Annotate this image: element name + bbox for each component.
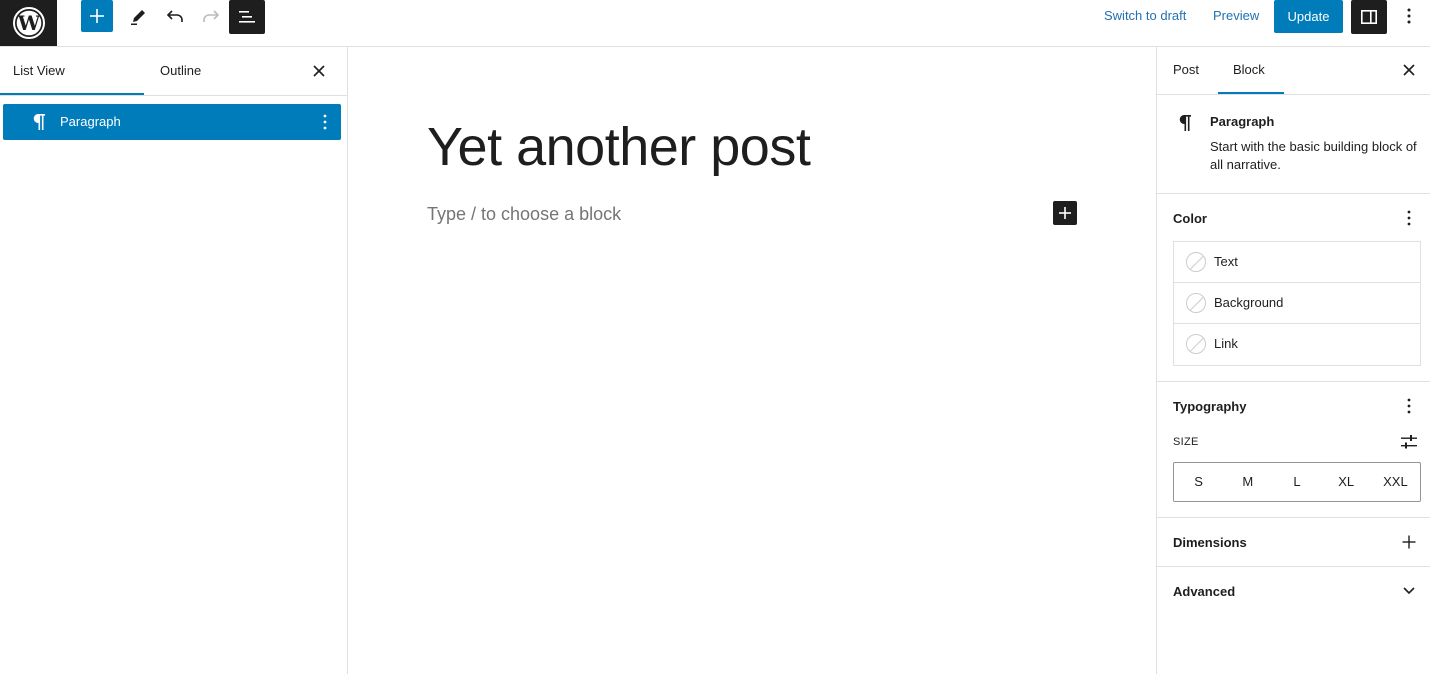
editor-canvas: Yet another post Type / to choose a bloc… xyxy=(349,47,1156,674)
list-view-panel: List View Outline Paragraph xyxy=(0,47,348,674)
typography-panel-title: Typography xyxy=(1173,399,1247,414)
undo-icon xyxy=(166,10,183,22)
paragraph-icon xyxy=(29,111,49,133)
color-item-label: Background xyxy=(1214,295,1284,310)
more-vertical-icon xyxy=(323,114,327,130)
tab-post[interactable]: Post xyxy=(1173,47,1199,93)
block-card-description: Start with the basic building block of a… xyxy=(1210,139,1417,172)
color-panel: Color Text Background Link xyxy=(1157,194,1430,382)
plus-icon xyxy=(90,9,104,23)
color-panel-title: Color xyxy=(1173,211,1207,226)
wordpress-logo-button[interactable]: W xyxy=(0,0,57,46)
color-options-button[interactable] xyxy=(1399,208,1419,228)
typography-panel: Typography SIZE S M L XL XXL xyxy=(1157,382,1430,518)
tab-outline[interactable]: Outline xyxy=(160,47,201,95)
settings-sliders-icon xyxy=(1401,435,1417,449)
close-sidebar-button[interactable] xyxy=(1399,60,1419,80)
block-options-button[interactable] xyxy=(315,112,335,132)
font-size-option-xl[interactable]: XL xyxy=(1322,463,1371,501)
tab-block[interactable]: Block xyxy=(1233,47,1265,93)
advanced-panel-title: Advanced xyxy=(1173,584,1236,599)
editor-header: W Switch to draft Preview Update xyxy=(0,0,1430,47)
pencil-icon xyxy=(131,10,145,25)
color-item-link[interactable]: Link xyxy=(1174,324,1420,365)
sidebar-toggle-icon xyxy=(1360,9,1377,24)
paragraph-icon xyxy=(1174,112,1196,134)
font-size-option-s[interactable]: S xyxy=(1174,463,1223,501)
preview-button[interactable]: Preview xyxy=(1213,0,1259,32)
redo-button[interactable] xyxy=(195,0,227,32)
color-item-label: Text xyxy=(1214,254,1238,269)
dimensions-panel[interactable]: Dimensions xyxy=(1157,518,1430,567)
list-view-tabs: List View Outline xyxy=(0,47,347,96)
font-size-option-xxl[interactable]: XXL xyxy=(1371,463,1420,501)
more-vertical-icon xyxy=(1407,210,1411,226)
chevron-down-icon xyxy=(1399,581,1419,601)
block-card-title: Paragraph xyxy=(1210,114,1275,129)
close-icon xyxy=(1403,64,1415,76)
font-size-option-l[interactable]: L xyxy=(1272,463,1321,501)
empty-swatch-icon xyxy=(1186,293,1206,313)
dimensions-panel-title: Dimensions xyxy=(1173,535,1247,550)
color-item-background[interactable]: Background xyxy=(1174,283,1420,324)
sidebar-tabs: Post Block xyxy=(1157,47,1430,95)
wordpress-logo-icon: W xyxy=(12,7,45,39)
color-settings-list: Text Background Link xyxy=(1173,241,1421,366)
active-tab-indicator xyxy=(1218,92,1284,94)
color-item-text[interactable]: Text xyxy=(1174,242,1420,283)
update-button[interactable]: Update xyxy=(1274,0,1343,33)
plus-icon xyxy=(1059,207,1071,219)
tools-button[interactable] xyxy=(123,0,155,32)
active-tab-indicator xyxy=(0,93,144,95)
inline-block-inserter-button[interactable] xyxy=(1053,201,1077,225)
close-list-view-button[interactable] xyxy=(309,61,329,81)
block-inserter-button[interactable] xyxy=(81,0,113,32)
font-size-toggle-group: S M L XL XXL xyxy=(1173,462,1421,502)
custom-size-button[interactable] xyxy=(1399,432,1419,452)
settings-sidebar: Post Block Paragraph Start with the basi… xyxy=(1156,47,1430,674)
settings-button[interactable] xyxy=(1351,0,1387,34)
list-view-item-paragraph[interactable]: Paragraph xyxy=(3,104,341,140)
block-placeholder[interactable]: Type / to choose a block xyxy=(427,204,621,225)
close-icon xyxy=(313,65,325,77)
font-size-option-m[interactable]: M xyxy=(1223,463,1272,501)
empty-swatch-icon xyxy=(1186,334,1206,354)
more-vertical-icon xyxy=(1407,398,1411,414)
redo-icon xyxy=(203,10,220,22)
svg-text:W: W xyxy=(16,11,40,35)
switch-to-draft-button[interactable]: Switch to draft xyxy=(1104,0,1186,32)
post-title[interactable]: Yet another post xyxy=(427,111,811,183)
list-view-button[interactable] xyxy=(229,0,265,34)
dimensions-add-button[interactable] xyxy=(1399,532,1419,552)
color-item-label: Link xyxy=(1214,336,1238,351)
block-card: Paragraph Start with the basic building … xyxy=(1157,95,1430,194)
plus-icon xyxy=(1402,535,1416,549)
font-size-label: SIZE xyxy=(1173,436,1199,448)
more-vertical-icon xyxy=(1407,8,1411,24)
tab-list-view[interactable]: List View xyxy=(13,47,65,95)
advanced-panel[interactable]: Advanced xyxy=(1157,567,1430,616)
list-view-item-label: Paragraph xyxy=(60,114,121,129)
options-button[interactable] xyxy=(1397,0,1421,32)
typography-options-button[interactable] xyxy=(1399,396,1419,416)
empty-swatch-icon xyxy=(1186,252,1206,272)
list-view-icon xyxy=(239,11,255,23)
undo-button[interactable] xyxy=(159,0,191,32)
